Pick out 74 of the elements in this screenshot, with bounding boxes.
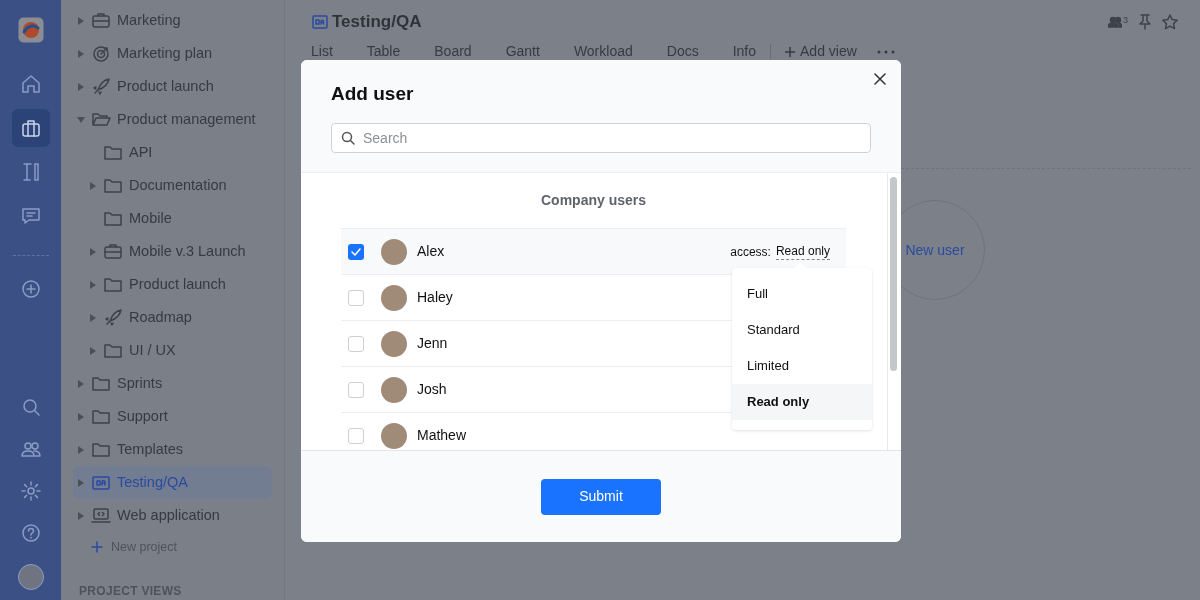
user-name: Alex <box>417 242 445 261</box>
project-item[interactable]: UI / UX <box>73 334 272 367</box>
chat-icon <box>19 205 42 227</box>
close-icon <box>874 73 886 85</box>
user-name: Mathew <box>417 426 467 445</box>
access-dropdown[interactable]: Read only <box>775 243 830 260</box>
briefcase-icon <box>19 117 42 139</box>
menu-option[interactable]: Read only <box>732 384 872 420</box>
project-item[interactable]: Testing/QA <box>73 466 272 499</box>
user-avatar <box>381 238 407 265</box>
project-item[interactable]: Product management <box>73 103 272 136</box>
view-tab[interactable]: Gantt <box>505 44 540 59</box>
section-heading: Company users <box>539 191 647 210</box>
project-item[interactable]: API <box>73 136 272 169</box>
user-avatar <box>381 422 407 449</box>
view-tab[interactable]: Table <box>366 44 401 59</box>
view-tab[interactable]: Info <box>732 44 757 59</box>
view-tab[interactable]: List <box>311 44 333 59</box>
users-icon <box>1108 16 1122 28</box>
star-icon <box>1162 14 1178 30</box>
plus-icon <box>785 46 796 57</box>
menu-option[interactable]: Standard <box>732 312 872 348</box>
submit-button[interactable]: Submit <box>541 478 661 515</box>
project-item[interactable]: Mobile v.3 Launch <box>73 235 272 268</box>
user-avatar <box>381 284 407 311</box>
close-button[interactable] <box>871 70 889 88</box>
user-name: Jenn <box>417 334 448 353</box>
checkbox[interactable] <box>348 243 364 260</box>
project-item[interactable]: Sprints <box>73 367 272 400</box>
home-icon <box>19 73 42 95</box>
project-item[interactable]: Mobile <box>73 202 272 235</box>
user-avatar <box>381 330 407 357</box>
dialog-title: Add user <box>331 82 415 106</box>
page-title: Testing/QA <box>332 11 422 34</box>
checkbox[interactable] <box>348 381 364 398</box>
add-view-button[interactable]: Add view <box>785 44 857 59</box>
add-icon <box>19 278 42 300</box>
app-logo-icon <box>17 17 44 43</box>
user-name: Josh <box>417 380 447 399</box>
more-icon <box>876 49 895 54</box>
project-item[interactable]: Web application <box>73 499 272 532</box>
checkbox[interactable] <box>348 289 364 306</box>
plus-icon <box>91 541 103 553</box>
briefcase-icon <box>103 241 123 262</box>
help-icon <box>19 522 42 544</box>
laptop-code-icon <box>91 505 111 526</box>
user-avatar[interactable] <box>17 564 44 590</box>
project-item[interactable]: Product launch <box>73 70 272 103</box>
project-item[interactable]: Roadmap <box>73 301 272 334</box>
pin-icon <box>1138 14 1152 30</box>
target-icon <box>91 43 111 64</box>
view-tab[interactable]: Board <box>434 44 472 59</box>
project-item[interactable]: Templates <box>73 433 272 466</box>
search-icon <box>341 131 355 145</box>
menu-option[interactable]: Limited <box>732 348 872 384</box>
user-name: Haley <box>417 288 453 307</box>
scrollbar-thumb[interactable] <box>890 177 897 371</box>
project-item[interactable]: Product launch <box>73 268 272 301</box>
qa-icon <box>312 15 328 29</box>
checkbox[interactable] <box>348 427 364 444</box>
project-item[interactable]: Marketing <box>73 4 272 37</box>
project-item[interactable]: Documentation <box>73 169 272 202</box>
view-tab[interactable]: Docs <box>666 44 699 59</box>
briefcase-icon <box>91 10 111 31</box>
access-label: access: <box>730 243 771 261</box>
project-item[interactable]: Marketing plan <box>73 37 272 70</box>
project-item[interactable]: Support <box>73 400 272 433</box>
checkbox[interactable] <box>348 335 364 352</box>
user-avatar <box>381 376 407 403</box>
check-icon <box>351 247 361 256</box>
view-tab[interactable]: Workload <box>573 44 633 59</box>
menu-option[interactable]: Full <box>732 276 872 312</box>
search-field[interactable]: Search <box>331 123 871 153</box>
briefcase-button[interactable] <box>11 109 50 147</box>
